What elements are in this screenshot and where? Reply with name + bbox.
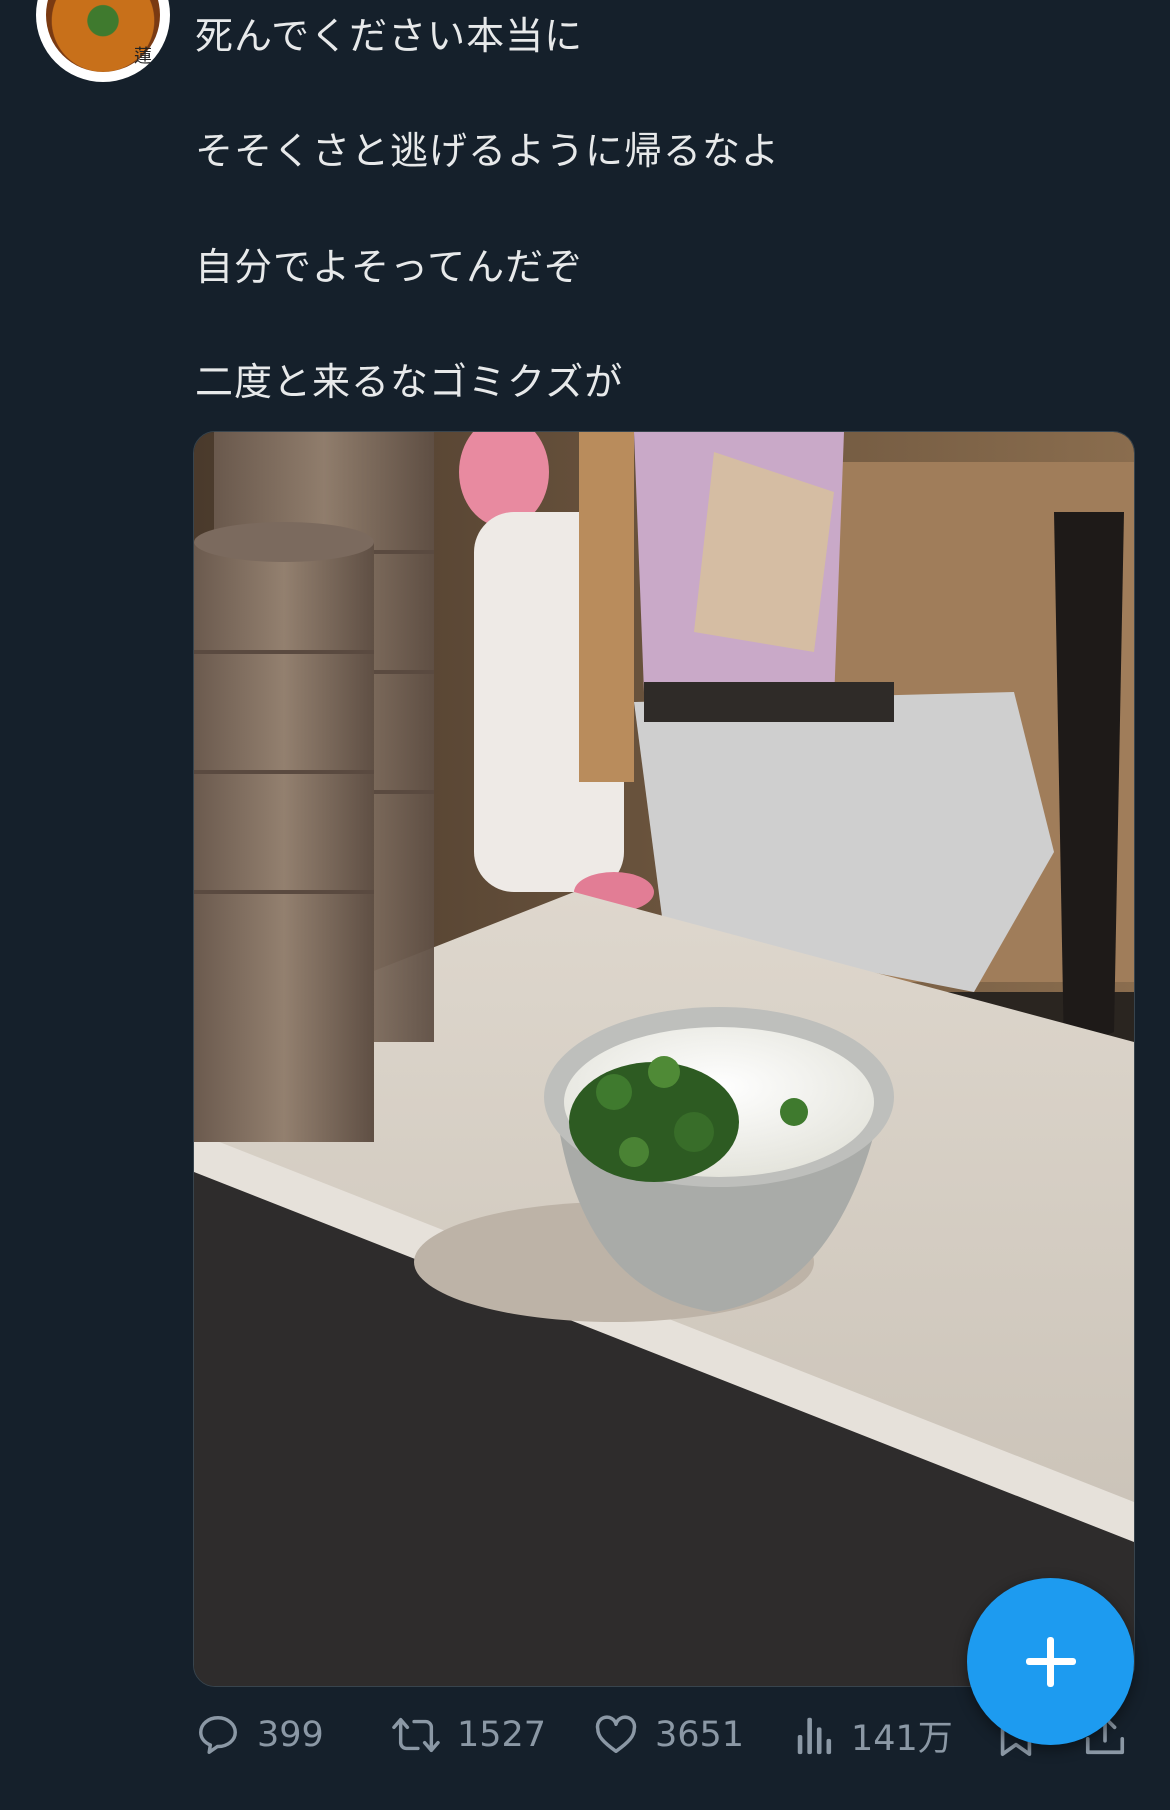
like-button[interactable]: 3651 bbox=[593, 1700, 744, 1770]
reply-icon bbox=[199, 1716, 237, 1754]
tweet-photo[interactable] bbox=[193, 431, 1135, 1687]
avatar-logo-text: 蓮 bbox=[134, 46, 152, 67]
views-button[interactable]: 141万 bbox=[795, 1700, 953, 1770]
retweet-count: 1527 bbox=[457, 1715, 547, 1755]
reply-button[interactable]: 399 bbox=[195, 1700, 324, 1770]
tweet-line-2: そそくさと逃げるように帰るなよ bbox=[195, 129, 781, 173]
views-count: 141万 bbox=[851, 1718, 953, 1759]
tweet-line-4: 二度と来るなゴミクズが bbox=[195, 360, 624, 404]
avatar[interactable]: 蓮 bbox=[36, 0, 170, 82]
views-icon bbox=[797, 1717, 832, 1755]
plus-icon-vertical bbox=[1047, 1637, 1054, 1687]
heart-icon bbox=[595, 1715, 637, 1754]
rice-bowl-photo-illustration bbox=[194, 432, 1134, 1686]
retweet-button[interactable]: 1527 bbox=[391, 1700, 546, 1770]
reply-count: 399 bbox=[257, 1715, 324, 1755]
like-count: 3651 bbox=[655, 1715, 745, 1755]
compose-button[interactable] bbox=[967, 1578, 1134, 1745]
tweet-line-1: 死んでください本当に bbox=[195, 14, 584, 58]
retweet-icon bbox=[392, 1717, 440, 1753]
tweet-line-3: 自分でよそってんだぞ bbox=[195, 245, 584, 289]
